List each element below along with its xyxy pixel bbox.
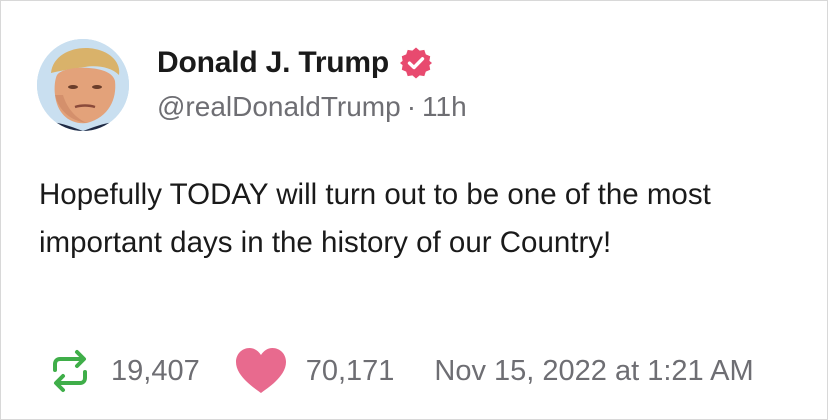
repost-count: 19,407 (111, 354, 200, 387)
post-card: Donald J. Trump @realDonaldTrump · 11h Hop… (0, 0, 828, 420)
avatar-portrait (37, 39, 129, 131)
repost-icon[interactable] (47, 348, 93, 394)
verified-badge-icon (399, 46, 433, 80)
display-name[interactable]: Donald J. Trump (157, 46, 389, 80)
repost-stat[interactable]: 19,407 (47, 348, 200, 394)
avatar[interactable] (37, 39, 129, 131)
handle[interactable]: @realDonaldTrump (157, 91, 401, 122)
post-timestamp[interactable]: Nov 15, 2022 at 1:21 AM (434, 355, 753, 388)
handle-row: @realDonaldTrump · 11h (157, 91, 467, 123)
post-stats: 19,407 70,171 Nov 15, 2022 at 1:21 AM (47, 345, 754, 397)
like-stat[interactable]: 70,171 (234, 347, 395, 395)
separator-dot: · (406, 91, 417, 122)
heart-icon[interactable] (234, 347, 288, 395)
author-name-row: Donald J. Trump (157, 43, 433, 83)
like-count: 70,171 (305, 354, 395, 387)
post-text: Hopefully TODAY will turn out to be one … (39, 178, 711, 259)
post-age[interactable]: 11h (422, 91, 467, 122)
